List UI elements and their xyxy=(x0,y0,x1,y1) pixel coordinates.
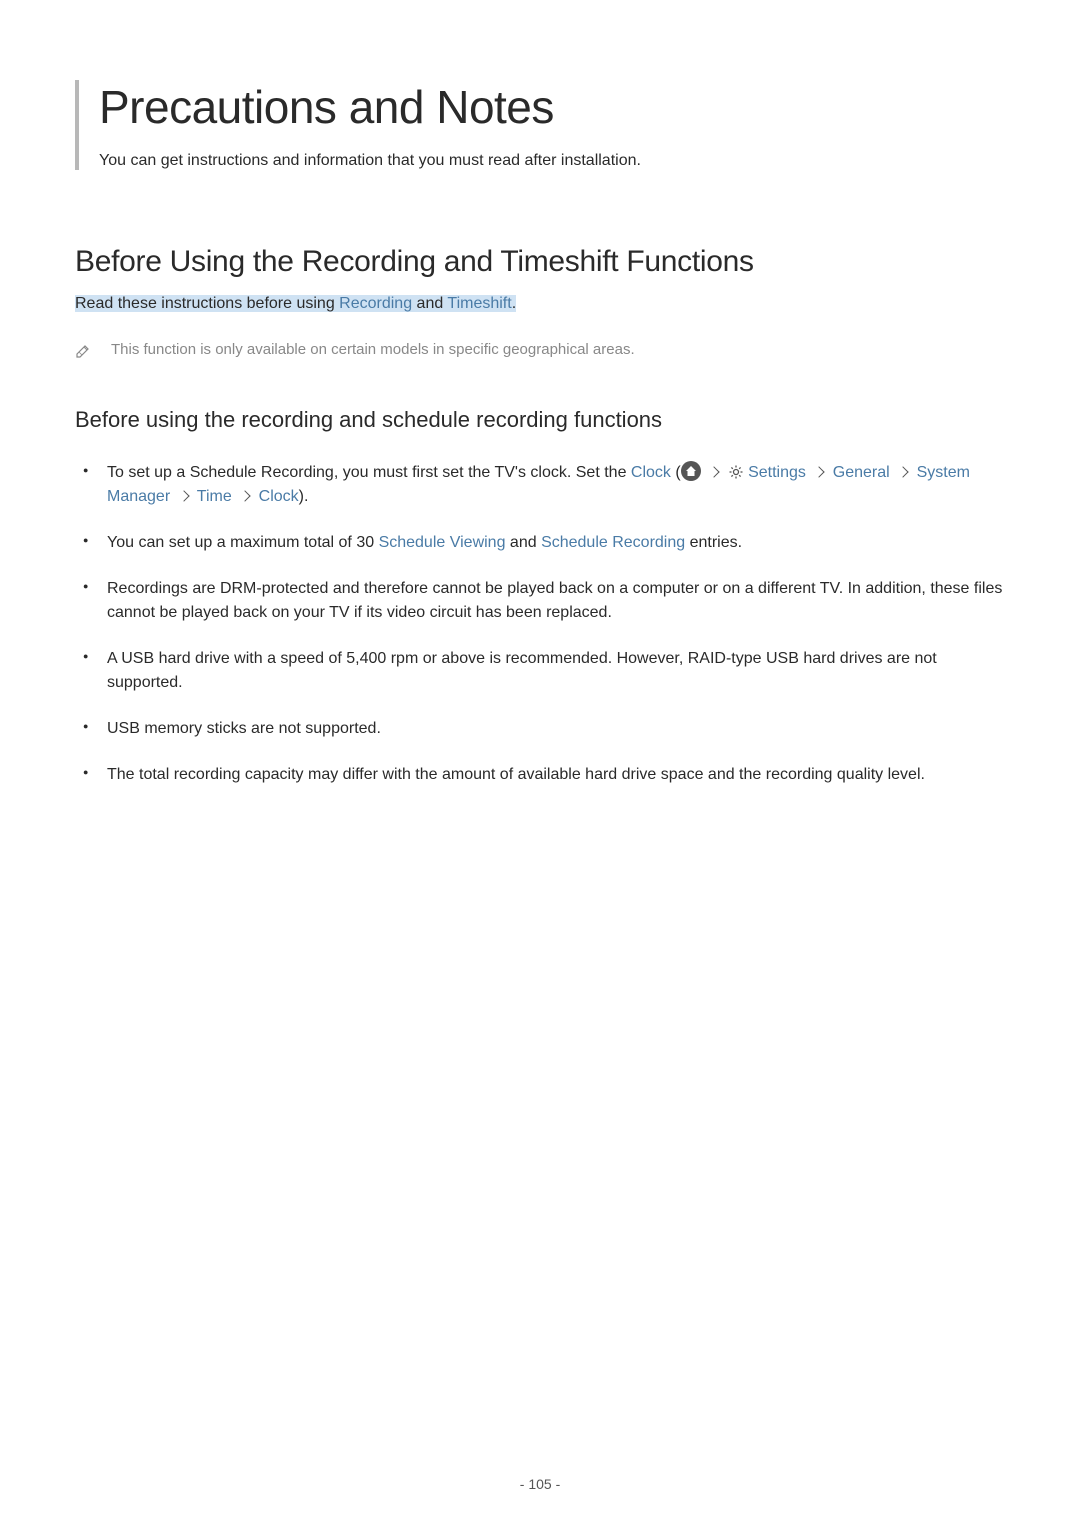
home-icon xyxy=(681,461,701,481)
list-item: Recordings are DRM-protected and therefo… xyxy=(107,577,1005,625)
list-item: You can set up a maximum total of 30 Sch… xyxy=(107,531,1005,555)
intro-highlight: Read these instructions before using Rec… xyxy=(75,295,516,312)
schedule-viewing-link[interactable]: Schedule Viewing xyxy=(379,534,506,551)
settings-link[interactable]: Settings xyxy=(748,464,806,481)
note-text: This function is only available on certa… xyxy=(111,341,635,358)
pencil-icon xyxy=(75,343,91,359)
subsection-title: Before using the recording and schedule … xyxy=(75,407,1005,433)
list-item: USB memory sticks are not supported. xyxy=(107,717,1005,741)
section-title: Before Using the Recording and Timeshift… xyxy=(75,245,1005,279)
chevron-icon xyxy=(178,490,189,501)
clock-link[interactable]: Clock xyxy=(631,464,671,481)
list-item: To set up a Schedule Recording, you must… xyxy=(107,461,1005,509)
clock-path-link[interactable]: Clock xyxy=(259,488,299,505)
chevron-icon xyxy=(240,490,251,501)
general-link[interactable]: General xyxy=(833,464,890,481)
availability-note: This function is only available on certa… xyxy=(75,341,1005,359)
gear-icon xyxy=(728,464,744,480)
schedule-recording-link[interactable]: Schedule Recording xyxy=(541,534,685,551)
list-item: A USB hard drive with a speed of 5,400 r… xyxy=(107,647,1005,695)
recording-link[interactable]: Recording xyxy=(339,295,412,312)
title-block: Precautions and Notes You can get instru… xyxy=(75,80,1005,170)
page-number: - 105 - xyxy=(0,1476,1080,1492)
bullet-list: To set up a Schedule Recording, you must… xyxy=(75,461,1005,787)
time-link[interactable]: Time xyxy=(197,488,232,505)
list-item: The total recording capacity may differ … xyxy=(107,763,1005,787)
chevron-icon xyxy=(897,466,908,477)
section-intro: Read these instructions before using Rec… xyxy=(75,295,1005,313)
page-subtitle: You can get instructions and information… xyxy=(99,152,1005,170)
timeshift-link[interactable]: Timeshift xyxy=(447,295,511,312)
chevron-icon xyxy=(708,466,719,477)
page-title: Precautions and Notes xyxy=(99,80,1005,134)
chevron-icon xyxy=(814,466,825,477)
